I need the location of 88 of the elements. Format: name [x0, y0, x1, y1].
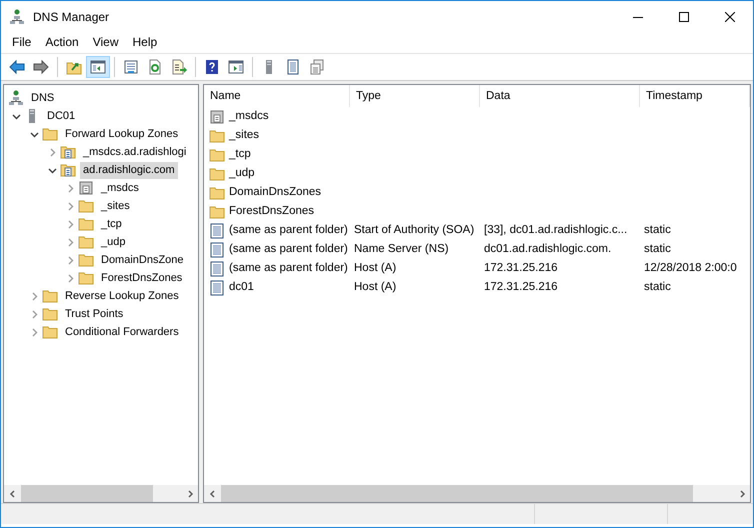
scrollbar-thumb[interactable]	[21, 485, 153, 502]
tree-item[interactable]: ForestDnsZones	[98, 270, 186, 286]
table-cell-text: (same as parent folder)	[229, 222, 348, 238]
tree-item[interactable]: Forward Lookup Zones	[62, 126, 182, 142]
table-cell-text: dc01	[229, 280, 254, 295]
network-icon	[8, 90, 24, 106]
table-cell: Start of Authority (SOA)	[354, 224, 474, 236]
copy-icon	[309, 59, 325, 75]
chevron-left-icon	[208, 490, 216, 498]
zone-folder-icon	[60, 162, 76, 178]
tree-item[interactable]: _msdcs.ad.radishlogi	[80, 144, 190, 160]
chevron-right-icon	[186, 490, 194, 498]
folder-icon	[209, 184, 225, 200]
maximize-icon	[679, 12, 689, 22]
window-title: DNS Manager	[33, 8, 110, 26]
menu-item[interactable]: Action	[38, 32, 86, 53]
folder-icon	[42, 126, 58, 142]
scrollbar-thumb[interactable]	[221, 485, 693, 502]
forward-arrow-icon	[33, 59, 49, 75]
delegation-icon	[209, 108, 225, 124]
pane-toggle-icon	[90, 59, 106, 75]
folder-icon	[209, 166, 225, 182]
menu-item[interactable]: File	[5, 32, 38, 53]
table-cell: 172.31.25.216	[484, 262, 558, 274]
tree-item[interactable]: DomainDnsZone	[98, 252, 187, 268]
refresh-icon	[147, 59, 163, 75]
network-icon	[9, 8, 25, 24]
folder-icon	[42, 306, 58, 322]
tree-item[interactable]: DC01	[44, 108, 78, 124]
tree-item[interactable]: _msdcs	[98, 180, 142, 196]
chevron-left-icon	[8, 490, 16, 498]
help-icon	[204, 59, 220, 75]
zone-folder-icon	[60, 144, 76, 160]
column-header[interactable]: Name	[204, 85, 350, 107]
tree-item[interactable]: ad.radishlogic.com	[80, 162, 178, 178]
close-icon	[725, 12, 735, 22]
menu-item[interactable]: Help	[126, 32, 164, 53]
record-icon	[209, 222, 225, 238]
toolbar-button[interactable]	[86, 56, 110, 78]
folder-icon	[78, 270, 94, 286]
properties-icon	[123, 59, 139, 75]
folder-icon	[78, 252, 94, 268]
table-cell: dc01.ad.radishlogic.com.	[484, 242, 612, 255]
tree-item[interactable]: DNS	[28, 90, 58, 106]
folder-icon	[78, 216, 94, 232]
tree-item[interactable]: _udp	[98, 234, 128, 250]
action-pane-icon	[228, 59, 244, 75]
folder-icon	[78, 198, 94, 214]
table-cell-text: (same as parent folder)	[229, 260, 348, 276]
table-cell: Host (A)	[354, 280, 396, 293]
table-cell-text: _msdcs	[229, 108, 269, 124]
list-icon	[285, 59, 301, 75]
table-cell: Host (A)	[354, 262, 396, 274]
table-cell: Name Server (NS)	[354, 242, 449, 255]
table-cell: static	[644, 280, 671, 293]
table-cell: static	[644, 242, 671, 255]
tree-item[interactable]: Reverse Lookup Zones	[62, 288, 182, 304]
folder-icon	[209, 146, 225, 162]
table-cell-text: _udp	[229, 166, 255, 181]
folder-icon	[209, 128, 225, 144]
tree-item[interactable]: _tcp	[98, 216, 125, 232]
table-cell: static	[644, 224, 671, 236]
folder-icon	[209, 204, 225, 220]
table-cell-text: ForestDnsZones	[229, 204, 314, 219]
column-header[interactable]: Data	[480, 85, 640, 107]
tree-item[interactable]: _sites	[98, 198, 133, 214]
table-cell-text: _sites	[229, 128, 260, 143]
folder-icon	[42, 324, 58, 340]
back-arrow-icon	[9, 59, 25, 75]
column-header[interactable]: Type	[350, 85, 480, 107]
folder-icon	[42, 288, 58, 304]
chevron-right-icon	[738, 490, 746, 498]
tree-item[interactable]: Trust Points	[62, 306, 126, 322]
folder-icon	[78, 234, 94, 250]
menu-item[interactable]: View	[86, 32, 126, 53]
table-cell-text: _tcp	[229, 146, 251, 162]
table-cell: 12/28/2018 2:00:0	[644, 262, 737, 274]
record-icon	[209, 242, 225, 258]
export-list-icon	[171, 59, 187, 75]
record-icon	[209, 260, 225, 276]
table-cell-text: DomainDnsZones	[229, 184, 322, 200]
delegation-icon	[78, 180, 94, 196]
record-icon	[209, 280, 225, 296]
table-cell-text: (same as parent folder)	[229, 242, 348, 257]
tree-item[interactable]: Conditional Forwarders	[62, 324, 182, 340]
table-cell: 172.31.25.216	[484, 280, 558, 293]
column-header[interactable]: Timestamp	[640, 85, 750, 107]
table-cell: [33], dc01.ad.radishlogic.c...	[484, 224, 628, 236]
